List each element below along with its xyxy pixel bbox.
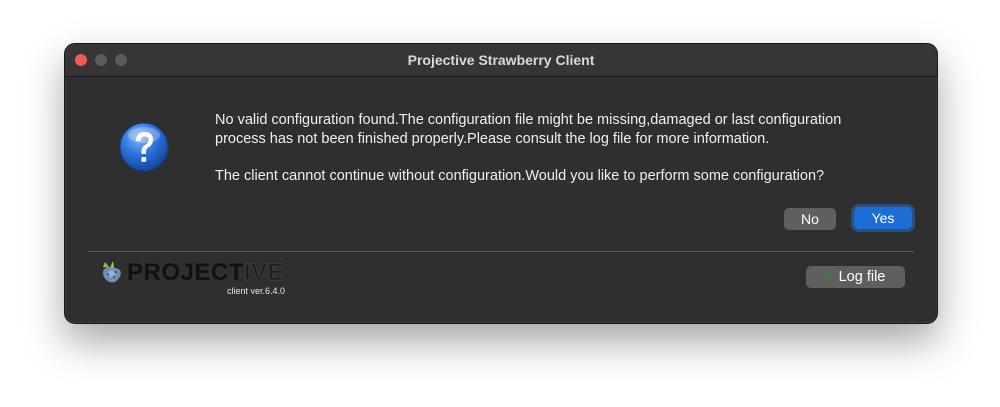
logo-text-bold: PROJECT: [127, 259, 244, 286]
log-file-label: Log file: [838, 269, 886, 285]
message-question: The client cannot continue without confi…: [215, 168, 825, 184]
no-button[interactable]: No: [784, 208, 836, 230]
message-line: process has not been finished properly.P…: [215, 131, 770, 147]
yes-button[interactable]: Yes: [854, 207, 912, 229]
message-line: No valid configuration found.The configu…: [215, 112, 842, 128]
title-bar: Projective Strawberry Client: [65, 44, 937, 77]
log-file-button[interactable]: Log file: [806, 266, 905, 288]
window-title: Projective Strawberry Client: [407, 52, 595, 68]
dialog-window: Projective Strawberry Client No valid co…: [64, 43, 938, 324]
question-icon: [119, 122, 169, 172]
version-label: client ver.6.4.0: [227, 286, 286, 296]
projective-logo: PROJECTIVE client ver.6.4.0: [99, 259, 309, 300]
logo-wordmark: PROJECTIVE: [127, 259, 285, 286]
logo-text-light: IVE: [243, 259, 285, 286]
dialog-message: No valid configuration found.The configu…: [215, 111, 915, 186]
status-dot-icon: [825, 274, 832, 280]
strawberry-logo-icon: [103, 261, 121, 283]
divider: [88, 251, 914, 252]
